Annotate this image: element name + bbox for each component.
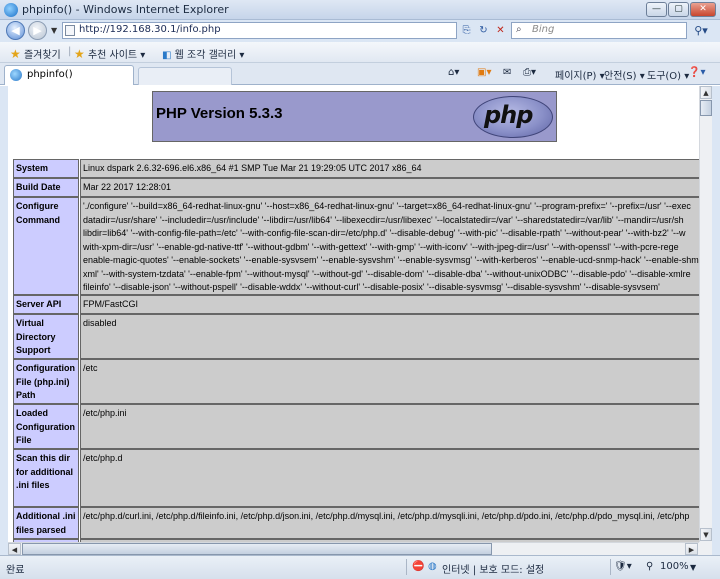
row-key: Scan this dir for additional .ini files (13, 449, 79, 507)
tab-page-icon (10, 69, 22, 81)
tab-label: phpinfo() (27, 69, 73, 80)
php-version-title: PHP Version 5.3.3 (156, 105, 283, 122)
stop-popup-icon[interactable]: ⛔ (412, 561, 424, 572)
compatibility-icon[interactable]: ⎘ (459, 23, 474, 38)
rss-icon[interactable]: ▣▾ (477, 67, 491, 78)
horizontal-scrollbar[interactable]: ◀ ▶ (8, 542, 699, 555)
favorites-bar: ★ 즐겨찾기 | ★ 추천 사이트 ▾ ◧ 웹 조각 갤러리 ▾ (0, 42, 720, 63)
vertical-scrollbar[interactable]: ▲ ▼ (699, 86, 712, 542)
row-key: Configuration File (php.ini) Path (13, 359, 79, 404)
row-key: Virtual Directory Support (13, 314, 79, 359)
history-dropdown-icon[interactable]: ▼ (51, 26, 57, 35)
status-divider (610, 559, 611, 575)
search-button[interactable]: ⚲▾ (690, 22, 712, 39)
stop-icon[interactable]: ✕ (493, 23, 508, 38)
table-row: Server API FPM/FastCGI (13, 295, 699, 314)
tools-menu[interactable]: 도구(O) ▾ (647, 67, 689, 82)
globe-icon: ◍ (428, 561, 437, 572)
zoom-level[interactable]: 100% (660, 561, 689, 572)
ie-logo-icon (4, 3, 18, 17)
scroll-left-icon[interactable]: ◀ (8, 543, 21, 555)
web-slice-label: 웹 조각 갤러리 ▾ (174, 50, 245, 61)
page-content: PHP Version 5.3.3 php System Linux dspar… (8, 86, 699, 542)
window-frame-right (712, 86, 720, 555)
row-value: FPM/FastCGI (80, 295, 699, 314)
row-value: './configure' '--build=x86_64-redhat-lin… (80, 197, 699, 295)
back-arrow-icon[interactable]: ◀ (6, 21, 25, 40)
table-row: Loaded Configuration File /etc/php.ini (13, 404, 699, 449)
row-value: Linux dspark 2.6.32-696.el6.x86_64 #1 SM… (80, 159, 699, 178)
table-row: Configuration File (php.ini) Path /etc (13, 359, 699, 404)
favorites-button[interactable]: ★ 즐겨찾기 (10, 46, 61, 61)
forward-arrow-icon[interactable]: ▶ (28, 21, 47, 40)
close-button[interactable]: ✕ (690, 2, 716, 17)
maximize-button[interactable]: ▢ (668, 2, 689, 17)
row-key: Server API (13, 295, 79, 314)
row-value: /etc (80, 359, 699, 404)
suggested-sites-label: 추천 사이트 ▾ (87, 50, 146, 61)
scroll-corner (699, 542, 712, 555)
search-input[interactable]: ⌕ Bing (511, 22, 687, 39)
web-slice-icon: ◧ (162, 50, 172, 61)
row-key: Configure Command (13, 197, 79, 295)
suggested-sites-button[interactable]: ★ 추천 사이트 ▾ (74, 46, 145, 61)
status-divider (406, 559, 407, 575)
window-title: phpinfo() - Windows Internet Explorer (22, 3, 229, 16)
vertical-scroll-thumb[interactable] (700, 100, 712, 116)
address-bar: ◀ ▶ ▼ http://192.168.30.1/info.php ⎘ ↻ ✕… (0, 20, 720, 42)
search-placeholder: Bing (532, 24, 555, 35)
row-key: Build Date (13, 178, 79, 197)
scroll-down-icon[interactable]: ▼ (700, 528, 712, 541)
window-frame-left (0, 86, 8, 555)
table-row: Configure Command './configure' '--build… (13, 197, 699, 295)
url-text: http://192.168.30.1/info.php (79, 24, 221, 35)
web-slice-gallery-button[interactable]: ◧ 웹 조각 갤러리 ▾ (162, 46, 244, 61)
page-icon (65, 25, 75, 36)
scroll-right-icon[interactable]: ▶ (685, 543, 698, 555)
table-row: System Linux dspark 2.6.32-696.el6.x86_6… (13, 159, 699, 178)
horizontal-scroll-thumb[interactable] (22, 543, 492, 555)
zone-text: 인터넷 | 보호 모드: 설정 (442, 565, 545, 576)
status-bar: 완료 ⛔ ◍ 인터넷 | 보호 모드: 설정 🛡▾ ⚲ 100% ▼ (0, 555, 720, 579)
status-text: 완료 (6, 565, 25, 576)
add-favorite-icon: ★ (74, 47, 85, 61)
star-icon: ★ (10, 47, 21, 61)
scroll-up-icon[interactable]: ▲ (700, 86, 712, 99)
home-icon[interactable]: ⌂▾ (448, 67, 459, 78)
table-row: Scan this dir for additional .ini files … (13, 449, 699, 507)
php-logo-text: php (484, 101, 533, 129)
row-key: System (13, 159, 79, 178)
tab-phpinfo[interactable]: phpinfo() (4, 65, 134, 85)
row-value: /etc/php.d (80, 449, 699, 507)
search-provider-icon: ⌕ (516, 24, 522, 35)
row-value: /etc/php.d/curl.ini, /etc/php.d/fileinfo… (80, 507, 699, 539)
minimize-button[interactable]: — (646, 2, 667, 17)
row-value: /etc/php.ini (80, 404, 699, 449)
tab-bar: phpinfo() ⌂▾ ▣▾ ✉ ⎙▾ 페이지(P) ▾ 안전(S) ▾ 도구… (0, 63, 720, 85)
help-menu[interactable]: ❓▾ (688, 67, 705, 78)
row-value: disabled (80, 314, 699, 359)
table-row: Additional .ini files parsed /etc/php.d/… (13, 507, 699, 539)
php-logo: php (473, 96, 553, 138)
new-tab-button[interactable] (138, 67, 232, 85)
row-key: Additional .ini files parsed (13, 507, 79, 539)
title-bar: phpinfo() - Windows Internet Explorer — … (0, 0, 720, 20)
row-key: Loaded Configuration File (13, 404, 79, 449)
table-row: Virtual Directory Support disabled (13, 314, 699, 359)
print-icon[interactable]: ⎙▾ (523, 67, 536, 78)
safety-menu[interactable]: 안전(S) ▾ (604, 67, 645, 82)
favbar-divider: | (68, 46, 72, 57)
page-menu[interactable]: 페이지(P) ▾ (555, 67, 605, 82)
row-value: Mar 22 2017 12:28:01 (80, 178, 699, 197)
zoom-icon: ⚲ (646, 561, 654, 572)
mail-icon[interactable]: ✉ (503, 67, 511, 78)
zoom-dropdown-icon[interactable]: ▼ (690, 563, 696, 572)
shield-icon[interactable]: 🛡▾ (614, 561, 632, 572)
favorites-label: 즐겨찾기 (23, 50, 61, 61)
php-version-header: PHP Version 5.3.3 php (152, 91, 557, 142)
refresh-icon[interactable]: ↻ (476, 23, 491, 38)
table-row: Build Date Mar 22 2017 12:28:01 (13, 178, 699, 197)
url-field[interactable]: http://192.168.30.1/info.php (62, 22, 457, 39)
